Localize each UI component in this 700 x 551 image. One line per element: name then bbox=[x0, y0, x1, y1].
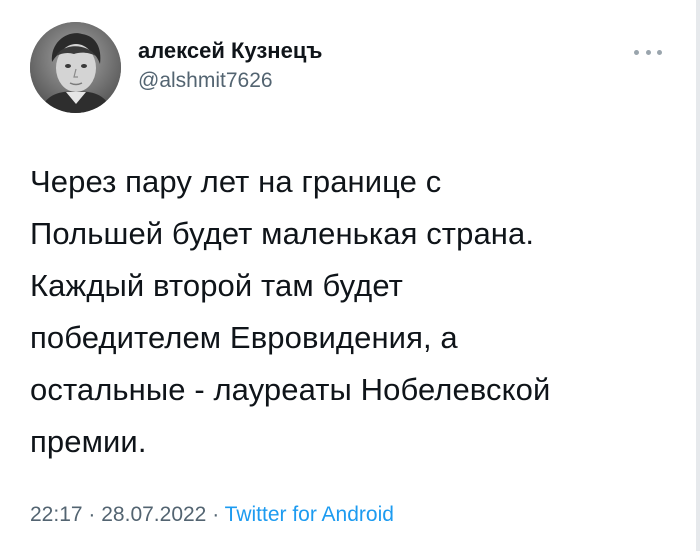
tweet-text: Через пару лет на границе с Польшей буде… bbox=[30, 156, 680, 468]
tweet-text-line: остальные - лауреаты Нобелевской bbox=[30, 372, 551, 407]
tweet-text-line: Каждый второй там будет bbox=[30, 268, 403, 303]
avatar[interactable] bbox=[30, 22, 121, 113]
tweet-date[interactable]: 28.07.2022 bbox=[101, 503, 206, 526]
tweet-time[interactable]: 22:17 bbox=[30, 503, 83, 526]
avatar-photo bbox=[30, 22, 121, 113]
author-info: алексей Кузнецъ @alshmit7626 bbox=[138, 38, 322, 94]
tweet-metadata: 22:17 · 28.07.2022 · Twitter for Android bbox=[30, 500, 394, 530]
meta-separator: · bbox=[88, 503, 96, 526]
tweet-text-line: Через пару лет на границе с bbox=[30, 164, 442, 199]
page-edge bbox=[696, 0, 700, 551]
tweet-card: алексей Кузнецъ @alshmit7626 Через пару … bbox=[0, 0, 700, 551]
more-horizontal-icon-dot bbox=[645, 49, 651, 55]
tweet-text-line: премии. bbox=[30, 424, 147, 459]
display-name[interactable]: алексей Кузнецъ bbox=[138, 38, 322, 64]
more-horizontal-icon-dot bbox=[657, 49, 662, 55]
tweet-text-line: Польшей будет маленькая страна. bbox=[30, 216, 535, 251]
more-horizontal-icon bbox=[634, 49, 639, 55]
tweet-source-link[interactable]: Twitter for Android bbox=[225, 503, 394, 526]
more-options-button[interactable] bbox=[634, 42, 662, 62]
meta-separator: · bbox=[212, 503, 220, 526]
username-handle[interactable]: @alshmit7626 bbox=[138, 68, 322, 94]
tweet-text-line: победителем Евровидения, а bbox=[30, 320, 458, 355]
